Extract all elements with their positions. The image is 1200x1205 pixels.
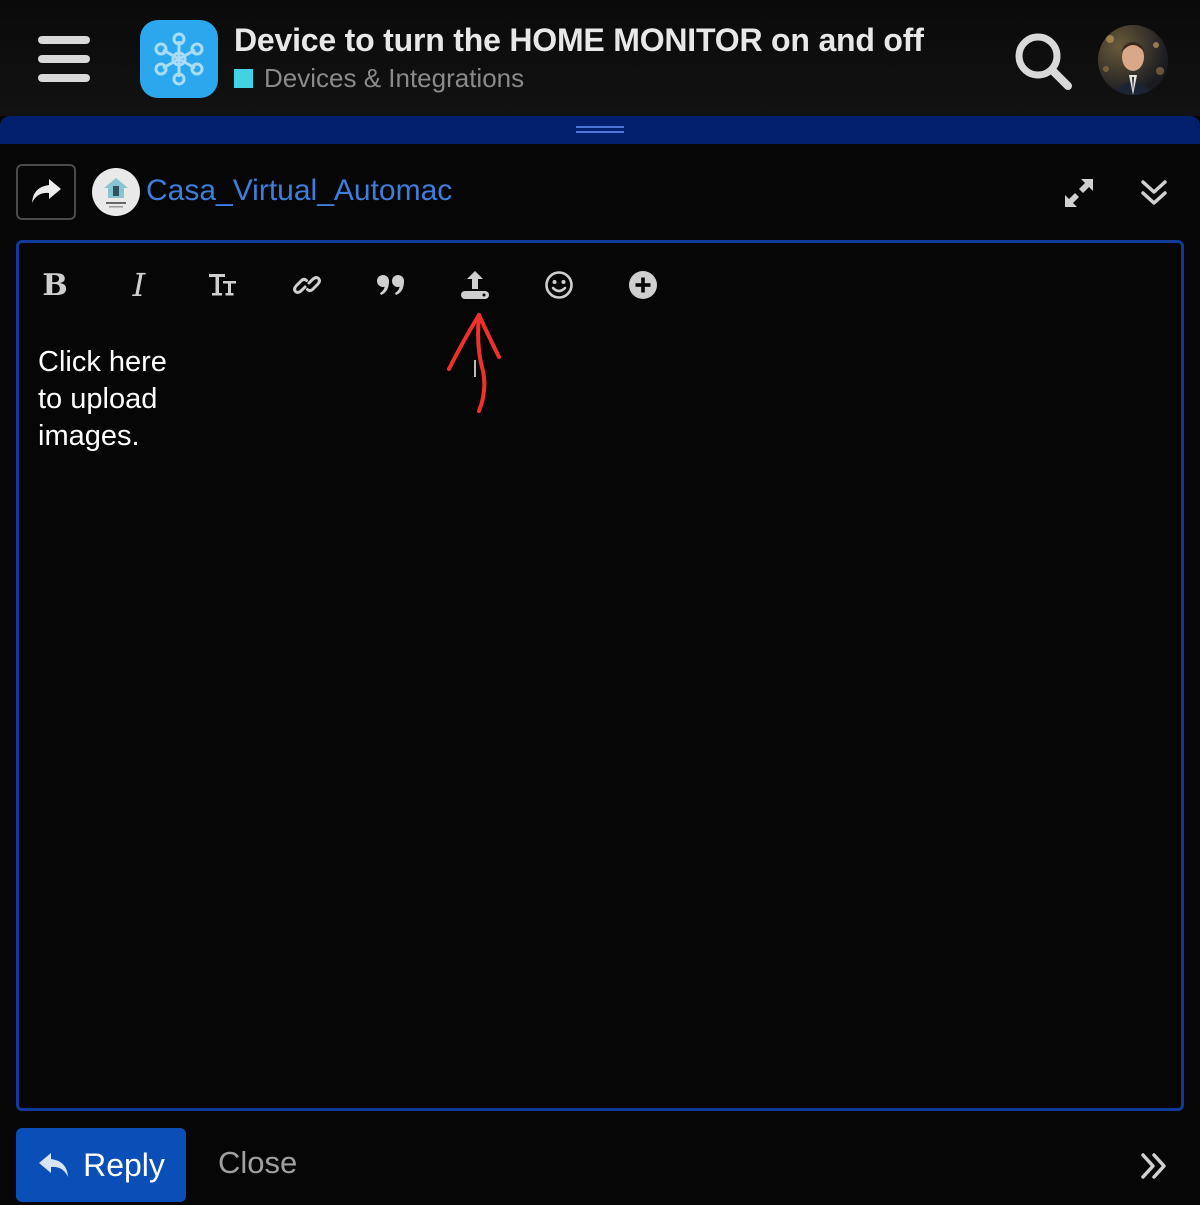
reply-button[interactable]: Reply (16, 1128, 186, 1202)
editor-toolbar: B I (19, 243, 1181, 327)
share-arrow-icon (32, 179, 61, 203)
reply-editor[interactable]: B I Click here to upload images. (16, 240, 1184, 1111)
close-link[interactable]: Close (218, 1145, 297, 1181)
link-button[interactable] (283, 263, 331, 307)
italic-button[interactable]: I (115, 263, 163, 307)
topic-header: Device to turn the HOME MONITOR on and o… (0, 0, 1200, 116)
composer-user-avatar (92, 168, 140, 216)
grip-icon[interactable] (576, 126, 624, 134)
category-name: Devices & Integrations (264, 63, 525, 93)
reply-arrow-icon (39, 1153, 69, 1177)
editor-content[interactable]: Click here to upload images. (38, 344, 298, 455)
quote-button[interactable] (367, 263, 415, 307)
category-badge[interactable]: Devices & Integrations (234, 63, 524, 94)
search-icon[interactable] (1010, 28, 1076, 94)
upload-icon (461, 271, 489, 299)
emoji-icon (545, 271, 573, 299)
chevron-double-right-icon[interactable] (1136, 1148, 1172, 1184)
upload-button[interactable] (451, 263, 499, 307)
more-options-button[interactable] (619, 263, 667, 307)
quote-icon (377, 275, 404, 295)
emoji-button[interactable] (535, 263, 583, 307)
network-nodes-icon (154, 32, 204, 86)
link-icon (293, 276, 321, 294)
plus-circle-icon (629, 271, 657, 299)
red-arrow-annotation (447, 313, 501, 413)
heading-icon (209, 274, 236, 296)
hamburger-icon[interactable] (38, 36, 90, 82)
bold-button[interactable]: B (31, 263, 79, 307)
site-logo[interactable] (140, 20, 218, 98)
topic-title[interactable]: Device to turn the HOME MONITOR on and o… (234, 22, 924, 59)
expand-diagonal-icon[interactable] (1060, 174, 1098, 212)
reply-button-label: Reply (83, 1146, 165, 1183)
user-avatar[interactable] (1098, 25, 1168, 95)
composer-username[interactable]: Casa_Virtual_Automac (146, 174, 452, 208)
heading-button[interactable] (199, 263, 247, 307)
composer-resize-bar[interactable] (0, 116, 1200, 144)
chevron-double-down-icon[interactable] (1136, 174, 1172, 210)
reply-type-button[interactable] (16, 164, 76, 220)
category-color-swatch (234, 69, 253, 88)
